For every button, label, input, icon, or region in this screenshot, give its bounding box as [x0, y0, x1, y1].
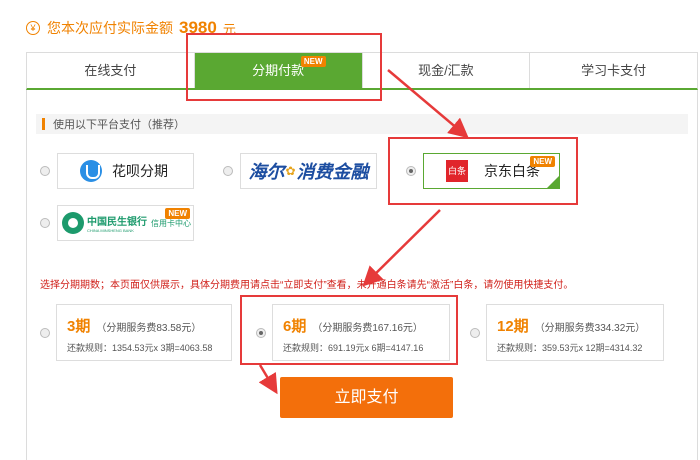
arrow-to-plan [362, 209, 441, 287]
arrow-to-pay-button [258, 364, 278, 395]
annotation-arrows [258, 69, 469, 395]
arrow-to-jd [387, 69, 469, 139]
